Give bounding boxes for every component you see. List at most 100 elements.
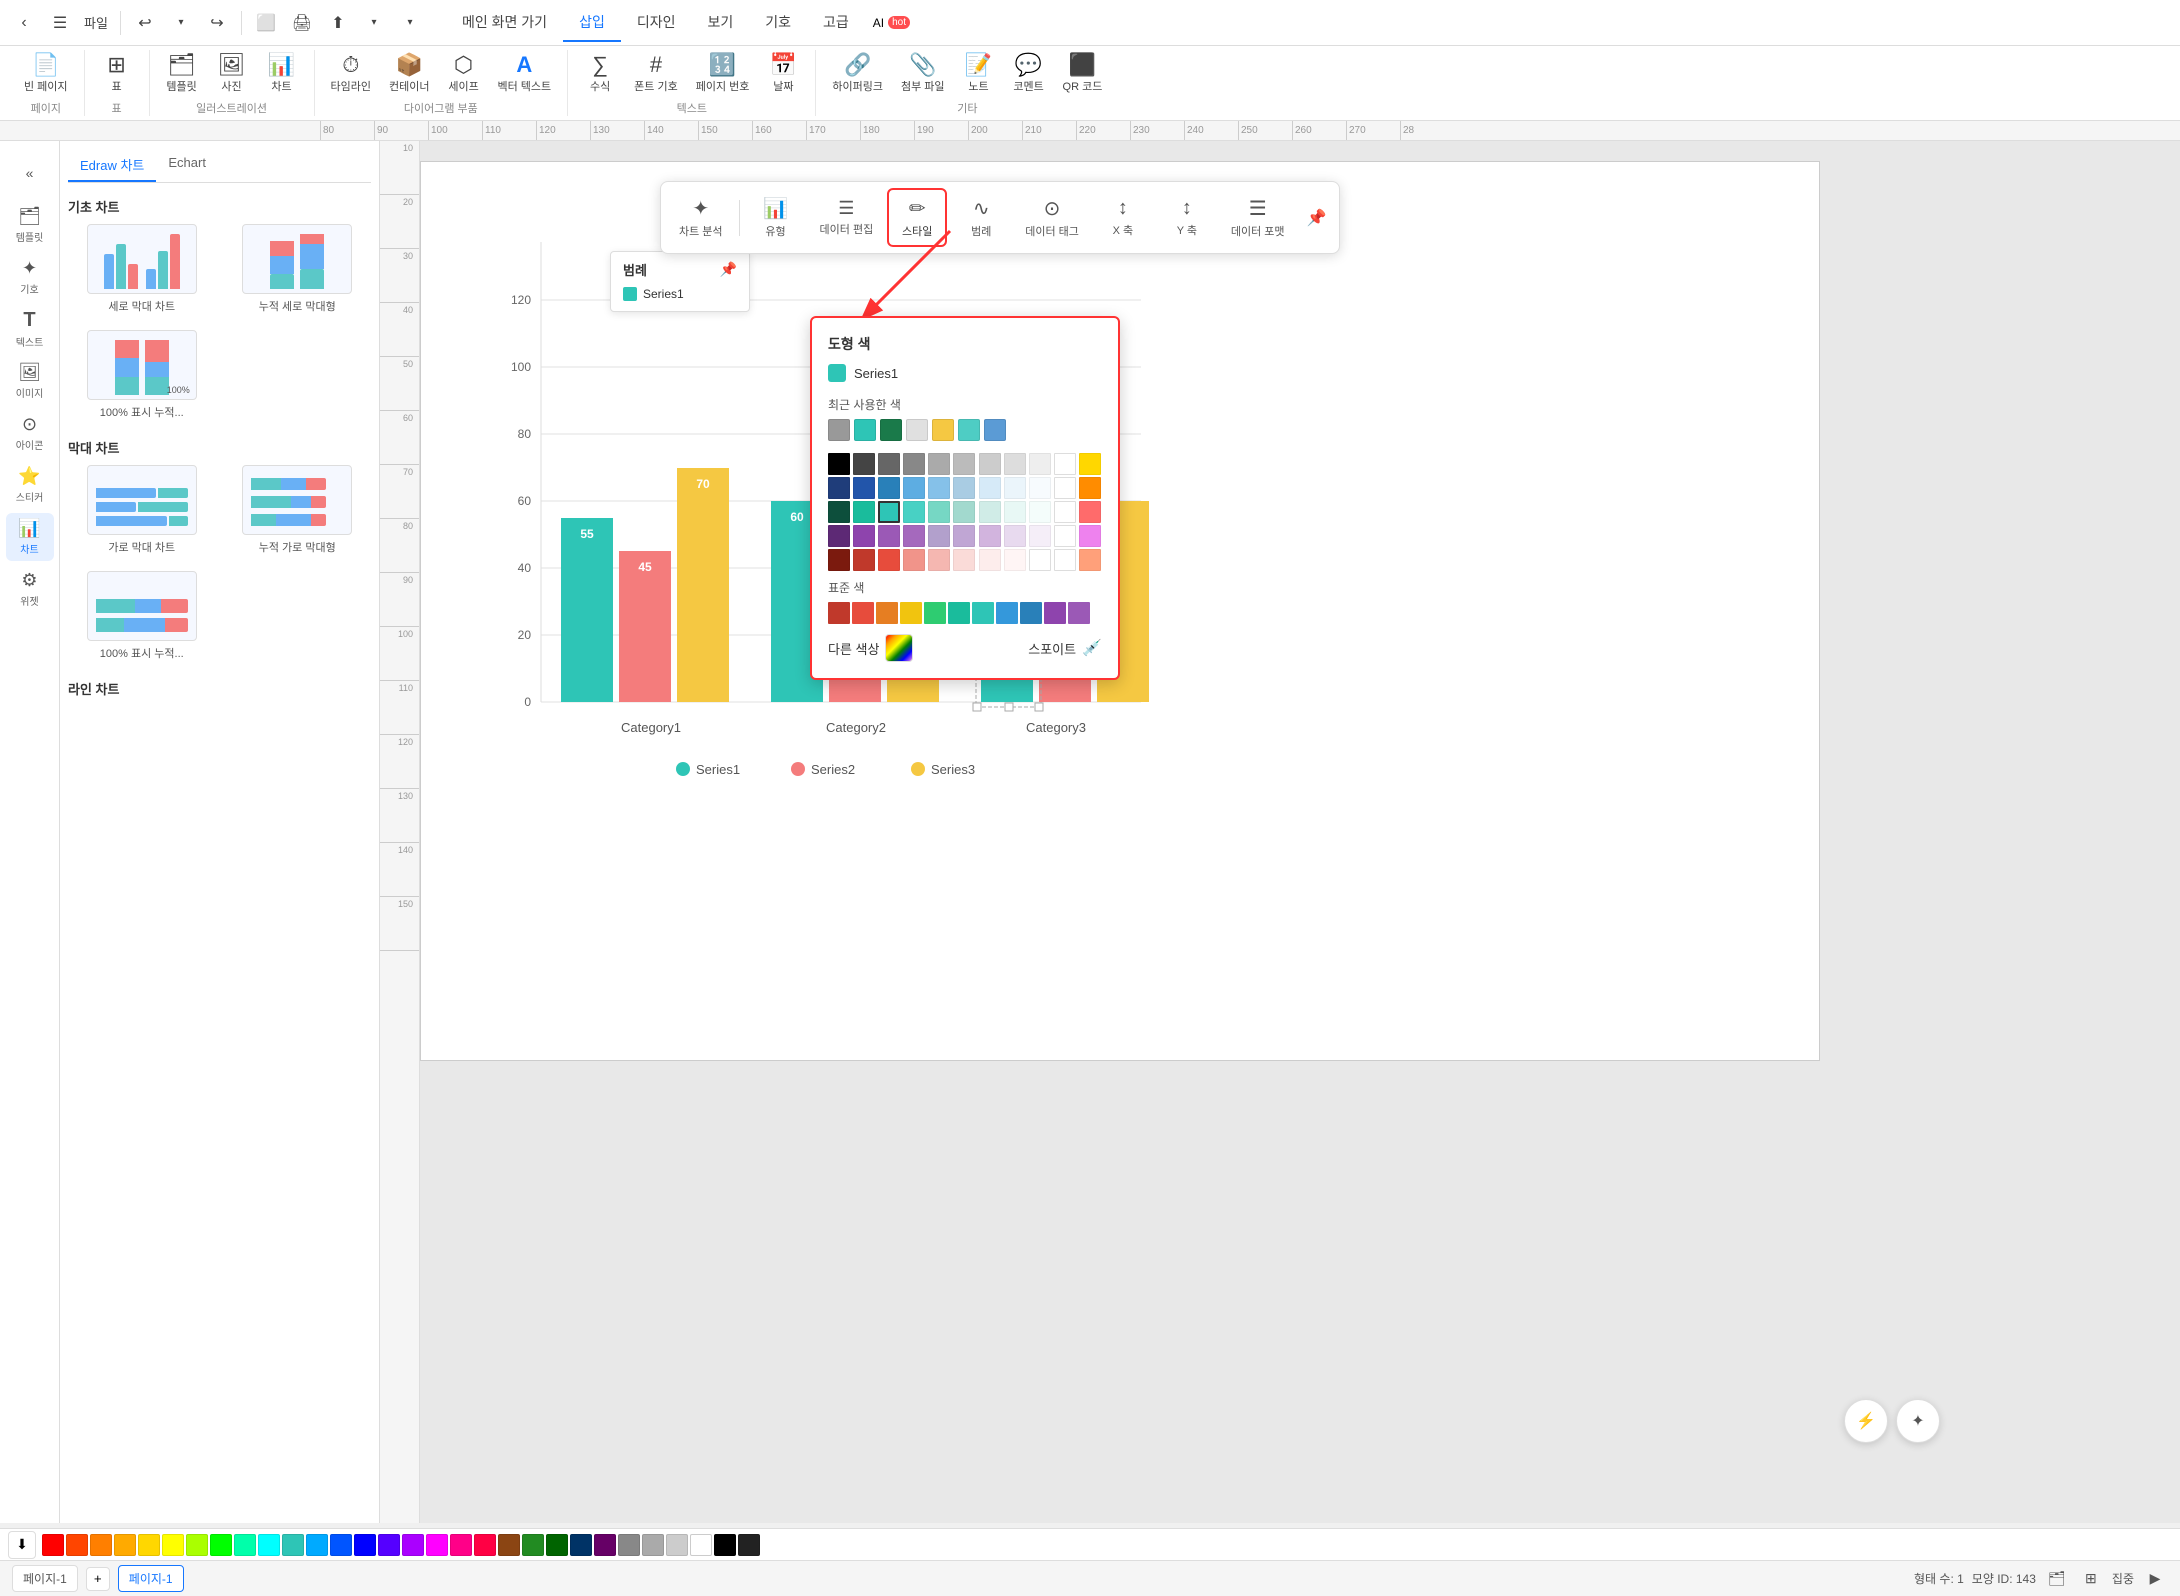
cb-swatch-11[interactable] [306, 1534, 328, 1556]
cp-std-0[interactable] [828, 602, 850, 624]
cp-cell[interactable] [1029, 525, 1051, 547]
ribbon-template[interactable]: 🗂 템플릿 [158, 50, 206, 98]
cp-recent-6[interactable] [984, 419, 1006, 441]
cp-recent-5[interactable] [958, 419, 980, 441]
cb-swatch-17[interactable] [450, 1534, 472, 1556]
cp-cell[interactable] [853, 453, 875, 475]
cp-cell[interactable] [878, 453, 900, 475]
cp-cell[interactable] [1054, 549, 1076, 571]
cp-cell[interactable] [1079, 453, 1101, 475]
cp-cell[interactable] [853, 549, 875, 571]
cp-cell[interactable] [979, 549, 1001, 571]
ribbon-timeline[interactable]: ⏱ 타임라인 [323, 50, 379, 98]
cp-cell[interactable] [878, 525, 900, 547]
redo-btn[interactable]: ↪ [201, 7, 233, 39]
nav-tab-insert[interactable]: 삽입 [563, 4, 621, 42]
nav-tab-view[interactable]: 보기 [691, 4, 749, 42]
sidebar-sticker-btn[interactable]: ⭐ 스티커 [6, 461, 54, 509]
cp-cell[interactable] [953, 453, 975, 475]
legend-pin-btn[interactable]: 📌 [720, 261, 737, 278]
cp-cell[interactable] [979, 477, 1001, 499]
cp-cell[interactable] [928, 525, 950, 547]
cb-swatch-12[interactable] [330, 1534, 352, 1556]
cp-cell[interactable] [853, 477, 875, 499]
float-legend-btn[interactable]: ∿ 범례 [951, 190, 1011, 245]
ribbon-vector-text[interactable]: A 벡터 텍스트 [490, 50, 560, 98]
cb-swatch-21[interactable] [546, 1534, 568, 1556]
more-btn[interactable]: ▾ [394, 7, 426, 39]
cp-std-3[interactable] [900, 602, 922, 624]
cp-cell[interactable] [1004, 501, 1026, 523]
cb-swatch-1[interactable] [66, 1534, 88, 1556]
cp-std-7[interactable] [996, 602, 1018, 624]
cb-swatch-8[interactable] [234, 1534, 256, 1556]
fab-sparkle-btn[interactable]: ✦ [1896, 1399, 1940, 1443]
sidebar-widget-btn[interactable]: ⚙ 위젯 [6, 565, 54, 613]
cp-std-1[interactable] [852, 602, 874, 624]
cp-cell[interactable] [853, 525, 875, 547]
cp-cell[interactable] [878, 549, 900, 571]
cb-swatch-10[interactable] [282, 1534, 304, 1556]
bar100-thumb[interactable]: 100% 100% 표시 누적... [68, 326, 216, 424]
sidebar-icon-btn[interactable]: ⊙ 아이콘 [6, 409, 54, 457]
cp-recent-0[interactable] [828, 419, 850, 441]
page-tab-active[interactable]: 페이지-1 [118, 1565, 184, 1592]
cb-swatch-3[interactable] [114, 1534, 136, 1556]
cb-swatch-20[interactable] [522, 1534, 544, 1556]
file-btn[interactable]: 파일 [80, 7, 112, 39]
cp-cell[interactable] [928, 477, 950, 499]
cp-cell[interactable] [1079, 549, 1101, 571]
cp-cell[interactable] [1029, 549, 1051, 571]
sidebar-collapse-btn[interactable]: « [6, 149, 54, 197]
cp-std-2[interactable] [876, 602, 898, 624]
focus-btn[interactable]: ▶ [2142, 1566, 2168, 1592]
cp-cell[interactable] [1079, 477, 1101, 499]
float-data-edit-btn[interactable]: ☰ 데이터 편집 [810, 192, 884, 243]
cp-cell[interactable] [828, 549, 850, 571]
cp-cell[interactable] [903, 525, 925, 547]
color-bar-menu-btn[interactable]: ⬇ [8, 1531, 36, 1559]
cb-swatch-7[interactable] [210, 1534, 232, 1556]
cp-cell[interactable] [1004, 477, 1026, 499]
float-pin-btn[interactable]: 📌 [1303, 204, 1331, 232]
menu-btn[interactable]: ☰ [44, 7, 76, 39]
layer-btn[interactable]: 🗂 [2044, 1566, 2070, 1592]
stacked-horiz-thumb[interactable]: 누적 가로 막대형 [224, 461, 372, 559]
cb-swatch-14[interactable] [378, 1534, 400, 1556]
fab-magic-btn[interactable]: ⚡ [1844, 1399, 1888, 1443]
cb-swatch-27[interactable] [690, 1534, 712, 1556]
float-style-btn[interactable]: ✏ 스타일 [887, 188, 947, 247]
panel-tab-echart[interactable]: Echart [156, 149, 218, 182]
cp-cell[interactable] [828, 501, 850, 523]
cp-cell[interactable] [903, 453, 925, 475]
cb-swatch-4[interactable] [138, 1534, 160, 1556]
cp-cell[interactable] [903, 501, 925, 523]
sidebar-chart-btn[interactable]: 📊 차트 [6, 513, 54, 561]
cp-std-8[interactable] [1020, 602, 1042, 624]
cb-swatch-13[interactable] [354, 1534, 376, 1556]
cb-swatch-19[interactable] [498, 1534, 520, 1556]
page-add-btn[interactable]: + [86, 1567, 110, 1591]
ribbon-hyperlink[interactable]: 🔗 하이퍼링크 [824, 50, 891, 98]
cp-cell[interactable] [953, 525, 975, 547]
cb-swatch-9[interactable] [258, 1534, 280, 1556]
cb-swatch-26[interactable] [666, 1534, 688, 1556]
ribbon-note[interactable]: 📝 노트 [955, 50, 1003, 98]
nav-tab-ai[interactable]: AI hot [865, 4, 918, 42]
cp-cell[interactable] [979, 501, 1001, 523]
canvas-area[interactable]: 10 20 30 40 50 60 70 80 90 100 110 120 1… [380, 141, 2180, 1523]
cp-cell[interactable] [953, 501, 975, 523]
nav-tab-symbol[interactable]: 기호 [749, 4, 807, 42]
cb-swatch-15[interactable] [402, 1534, 424, 1556]
cp-cell[interactable] [828, 477, 850, 499]
ribbon-font-symbol[interactable]: # 폰트 기호 [626, 50, 686, 98]
horiz-bar-thumb[interactable]: 가로 막대 차트 [68, 461, 216, 559]
vertical-bar-thumb[interactable]: 세로 막대 차트 [68, 220, 216, 318]
ribbon-table[interactable]: ⊞ 표 [93, 50, 141, 98]
export-arrow-btn[interactable]: ▾ [358, 7, 390, 39]
cb-swatch-23[interactable] [594, 1534, 616, 1556]
ribbon-date[interactable]: 📅 날짜 [759, 50, 807, 98]
print-btn[interactable]: 🖨 [286, 7, 318, 39]
cp-recent-1[interactable] [854, 419, 876, 441]
cp-recent-3[interactable] [906, 419, 928, 441]
